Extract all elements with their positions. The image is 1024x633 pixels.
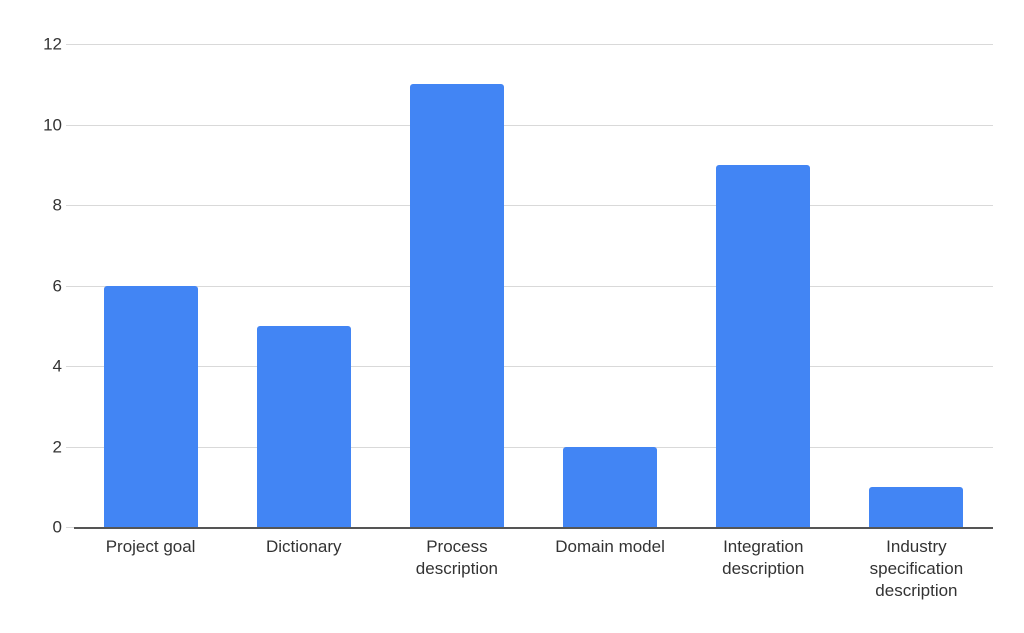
x-tick-label-line: description	[875, 581, 958, 600]
x-tick-label-line: description	[415, 559, 499, 578]
bars-layer	[74, 0, 993, 527]
bar-slot	[380, 0, 533, 527]
x-tick-label-line: Project goal	[105, 537, 196, 556]
bar-chart: 0 2 4 6 8 10 12 Project goal Dictionary Process d…	[0, 0, 1024, 633]
y-tick-label: 4	[52, 356, 62, 376]
x-tick-label-line: Industry	[886, 537, 947, 556]
y-tick-label: 12	[43, 34, 62, 54]
y-tick-label: 6	[52, 276, 62, 295]
bar[interactable]	[869, 486, 964, 527]
x-tick-label-line: description	[722, 559, 805, 578]
bar[interactable]	[256, 325, 351, 527]
x-tick-label: Integration description	[687, 536, 840, 580]
y-axis: 0 2 4 6 8 10 12	[0, 0, 62, 633]
x-tick-label-line: specification	[869, 559, 964, 578]
x-tick-label: Dictionary	[227, 536, 380, 558]
bar-slot	[227, 0, 380, 527]
x-axis-line	[74, 527, 993, 529]
y-tick-label: 2	[52, 437, 62, 456]
bar[interactable]	[716, 164, 811, 527]
y-tick-label: 8	[52, 195, 62, 215]
x-tick-label-line: Dictionary	[265, 537, 342, 556]
bar[interactable]	[103, 285, 198, 527]
x-tick-label-line: Integration	[723, 537, 804, 556]
bar-slot	[840, 0, 993, 527]
y-tick-label: 10	[43, 115, 62, 134]
x-tick-label-line: Domain model	[555, 537, 665, 556]
y-tick-mark	[66, 366, 74, 367]
y-tick-mark	[66, 205, 74, 206]
x-tick-label: Industry specification description	[840, 536, 993, 602]
x-tick-label-line: Process	[426, 537, 488, 556]
bar-slot	[687, 0, 840, 527]
y-tick-mark	[66, 44, 74, 45]
y-tick-label: 0	[52, 517, 62, 537]
y-tick-mark	[66, 285, 74, 287]
bar[interactable]	[563, 446, 658, 527]
x-tick-label: Domain model	[534, 536, 687, 558]
bar[interactable]	[409, 84, 504, 527]
bar-slot	[74, 0, 227, 527]
x-tick-label: Project goal	[74, 536, 227, 558]
y-tick-mark	[66, 527, 74, 528]
x-axis: Project goal Dictionary Process description…	[74, 536, 993, 633]
y-tick-mark	[66, 124, 74, 126]
y-tick-mark	[66, 446, 74, 448]
x-tick-label: Process description	[380, 536, 533, 580]
bar-slot	[534, 0, 687, 527]
